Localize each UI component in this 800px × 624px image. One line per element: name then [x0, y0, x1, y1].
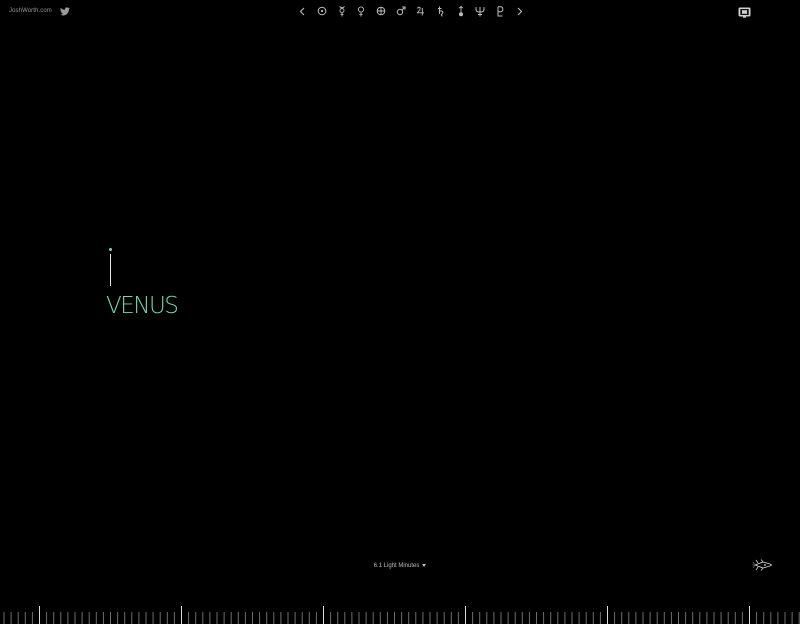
- chevron-left-icon[interactable]: [295, 4, 309, 18]
- saturn-icon[interactable]: [434, 4, 448, 18]
- solar-system-page: JoshWorth.com VENUS 6.1 Light Minutes: [0, 0, 800, 624]
- distance-ruler[interactable]: [0, 600, 800, 624]
- planet-name[interactable]: VENUS: [106, 292, 179, 320]
- mercury-icon[interactable]: [335, 4, 349, 18]
- top-bar: JoshWorth.com: [0, 0, 800, 24]
- neptune-icon[interactable]: [473, 4, 487, 18]
- chevron-right-icon[interactable]: [513, 4, 527, 18]
- pluto-icon[interactable]: [493, 4, 507, 18]
- sun-icon[interactable]: [315, 4, 329, 18]
- planet-marker-dot: [109, 248, 112, 251]
- uranus-icon[interactable]: [454, 4, 468, 18]
- rocket-icon[interactable]: [752, 558, 774, 572]
- earth-icon[interactable]: [374, 4, 388, 18]
- distance-selector[interactable]: 6.1 Light Minutes: [0, 563, 800, 569]
- mars-icon[interactable]: [394, 4, 408, 18]
- caret-down-icon: [422, 563, 427, 567]
- planet-nav: [295, 4, 527, 18]
- screen-icon[interactable]: [738, 7, 751, 18]
- distance-label: 6.1 Light Minutes: [373, 563, 420, 569]
- site-link[interactable]: JoshWorth.com: [9, 8, 52, 14]
- twitter-icon[interactable]: [60, 7, 70, 16]
- jupiter-icon[interactable]: [414, 4, 428, 18]
- planet-marker-line: [110, 254, 111, 286]
- venus-icon[interactable]: [354, 4, 368, 18]
